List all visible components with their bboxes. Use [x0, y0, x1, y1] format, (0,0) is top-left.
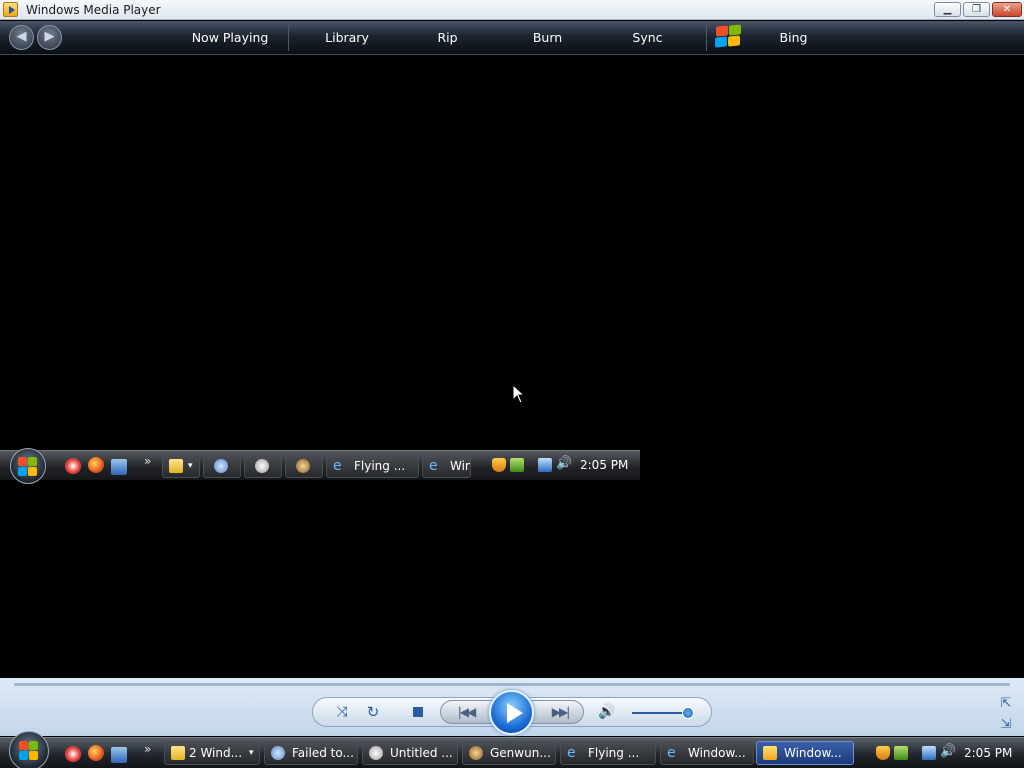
forward-button[interactable]: ▶: [37, 25, 62, 50]
taskbar-button-label: Genwun...: [490, 746, 551, 760]
mini-taskbar: » ▾ e Flying ... e Win 🔊 2:05 PM: [0, 448, 640, 484]
nav-separator: [288, 25, 289, 51]
repeat-button[interactable]: ↻: [365, 703, 381, 721]
navigation-bar: ◀ ▶ Now Playing Library Rip Burn Sync Bi…: [0, 21, 1024, 55]
mute-button[interactable]: 🔊: [598, 704, 616, 720]
game-icon: [469, 746, 483, 760]
taskbar-button-window-ie[interactable]: e Window...: [660, 741, 754, 765]
internet-explorer-icon: e: [429, 458, 438, 474]
close-button[interactable]: ✕: [992, 2, 1022, 17]
paint-icon: [369, 746, 383, 760]
window-title: Windows Media Player: [26, 3, 161, 17]
taskbar-button-flying[interactable]: e Flying ...: [560, 741, 656, 765]
folder-icon: [171, 746, 185, 760]
video-area[interactable]: [0, 56, 1024, 678]
tab-library[interactable]: Library: [307, 21, 387, 54]
firefox-icon[interactable]: [88, 457, 104, 473]
shuffle-button[interactable]: ⤨: [334, 704, 350, 720]
taskbar-button-label: Flying ...: [354, 459, 406, 473]
speaker-icon[interactable]: 🔊: [556, 457, 572, 471]
tab-now-playing[interactable]: Now Playing: [180, 21, 280, 54]
dropdown-arrow-icon: ▾: [188, 461, 193, 471]
chevron-right-icon[interactable]: »: [144, 454, 151, 468]
taskbar-button-label: Window...: [784, 746, 842, 760]
chevron-right-icon[interactable]: »: [144, 742, 151, 756]
play-button[interactable]: [489, 690, 534, 735]
chrome-icon[interactable]: [65, 458, 81, 474]
taskbar-button-label: Win: [450, 459, 471, 473]
shield-icon[interactable]: [876, 746, 890, 760]
internet-explorer-icon: e: [667, 745, 676, 761]
taskbar-button-2[interactable]: [203, 454, 241, 478]
taskbar-button-label: Flying ...: [588, 746, 640, 760]
taskbar-button-label: 2 Wind...: [189, 746, 243, 760]
taskbar-button-label: Untitled ...: [390, 746, 453, 760]
minimize-button[interactable]: ▁: [934, 2, 961, 17]
stop-icon: [413, 707, 423, 717]
internet-explorer-icon: e: [567, 745, 576, 761]
nav-separator: [706, 25, 707, 51]
volume-knob[interactable]: [681, 707, 694, 719]
taskbar-button-3[interactable]: [244, 454, 282, 478]
tab-sync[interactable]: Sync: [620, 21, 675, 54]
internet-explorer-icon: e: [333, 458, 342, 474]
taskbar-button-folder[interactable]: ▾: [162, 454, 200, 478]
clock[interactable]: 2:05 PM: [580, 458, 628, 472]
back-button[interactable]: ◀: [9, 25, 34, 50]
tab-rip[interactable]: Rip: [420, 21, 475, 54]
network-icon[interactable]: [538, 458, 552, 472]
show-desktop-icon[interactable]: [111, 459, 127, 475]
windows-flag-icon: [19, 741, 39, 761]
taskbar-button-genwun[interactable]: Genwun...: [462, 741, 556, 765]
folder-icon: [169, 459, 183, 473]
speaker-icon[interactable]: 🔊: [940, 745, 956, 759]
start-button[interactable]: [10, 448, 46, 484]
clock[interactable]: 2:05 PM: [964, 746, 1012, 760]
taskbar-button-4[interactable]: [285, 454, 323, 478]
network-icon[interactable]: [922, 746, 936, 760]
media-player-icon: [3, 2, 18, 17]
windows-logo-icon[interactable]: [714, 24, 742, 49]
taskbar-button-flying[interactable]: e Flying ...: [326, 454, 419, 478]
globe-icon: [214, 459, 228, 473]
seek-bar[interactable]: [14, 683, 1010, 686]
dropdown-arrow-icon: ▾: [249, 748, 254, 758]
title-bar: Windows Media Player ▁ ❐ ✕: [0, 0, 1024, 20]
start-button[interactable]: [9, 731, 49, 768]
security-check-icon[interactable]: [894, 746, 908, 760]
switch-to-library-icon[interactable]: ⇱: [999, 697, 1013, 711]
taskbar-button-failed[interactable]: Failed to...: [264, 741, 358, 765]
switch-to-compact-icon[interactable]: ⇲: [999, 718, 1013, 732]
taskbar: » 2 Wind... ▾ Failed to... Untitled ... …: [0, 731, 1024, 768]
game-icon: [296, 459, 310, 473]
previous-button[interactable]: |◀◀: [452, 705, 480, 719]
tab-bing[interactable]: Bing: [766, 21, 821, 54]
media-player-icon: [763, 746, 777, 760]
firefox-icon[interactable]: [88, 745, 104, 761]
globe-icon: [271, 746, 285, 760]
taskbar-button-label: Failed to...: [292, 746, 354, 760]
taskbar-button-untitled[interactable]: Untitled ...: [362, 741, 458, 765]
paint-icon: [255, 459, 269, 473]
tab-burn[interactable]: Burn: [520, 21, 575, 54]
taskbar-button-win[interactable]: e Win: [422, 454, 471, 478]
shield-icon[interactable]: [492, 458, 506, 472]
taskbar-button-media-player[interactable]: Window...: [756, 741, 854, 765]
chrome-icon[interactable]: [65, 746, 81, 762]
taskbar-button-windows-group[interactable]: 2 Wind... ▾: [164, 741, 260, 765]
windows-flag-icon: [18, 457, 38, 477]
taskbar-button-label: Window...: [688, 746, 746, 760]
next-button[interactable]: ▶▶|: [546, 705, 574, 719]
stop-button[interactable]: [411, 706, 425, 718]
show-desktop-icon[interactable]: [111, 747, 127, 763]
maximize-button[interactable]: ❐: [963, 2, 990, 17]
mouse-cursor-icon: [512, 384, 526, 404]
security-check-icon[interactable]: [510, 458, 524, 472]
screen: Windows Media Player ▁ ❐ ✕ ◀ ▶ Now Playi…: [0, 0, 1024, 768]
